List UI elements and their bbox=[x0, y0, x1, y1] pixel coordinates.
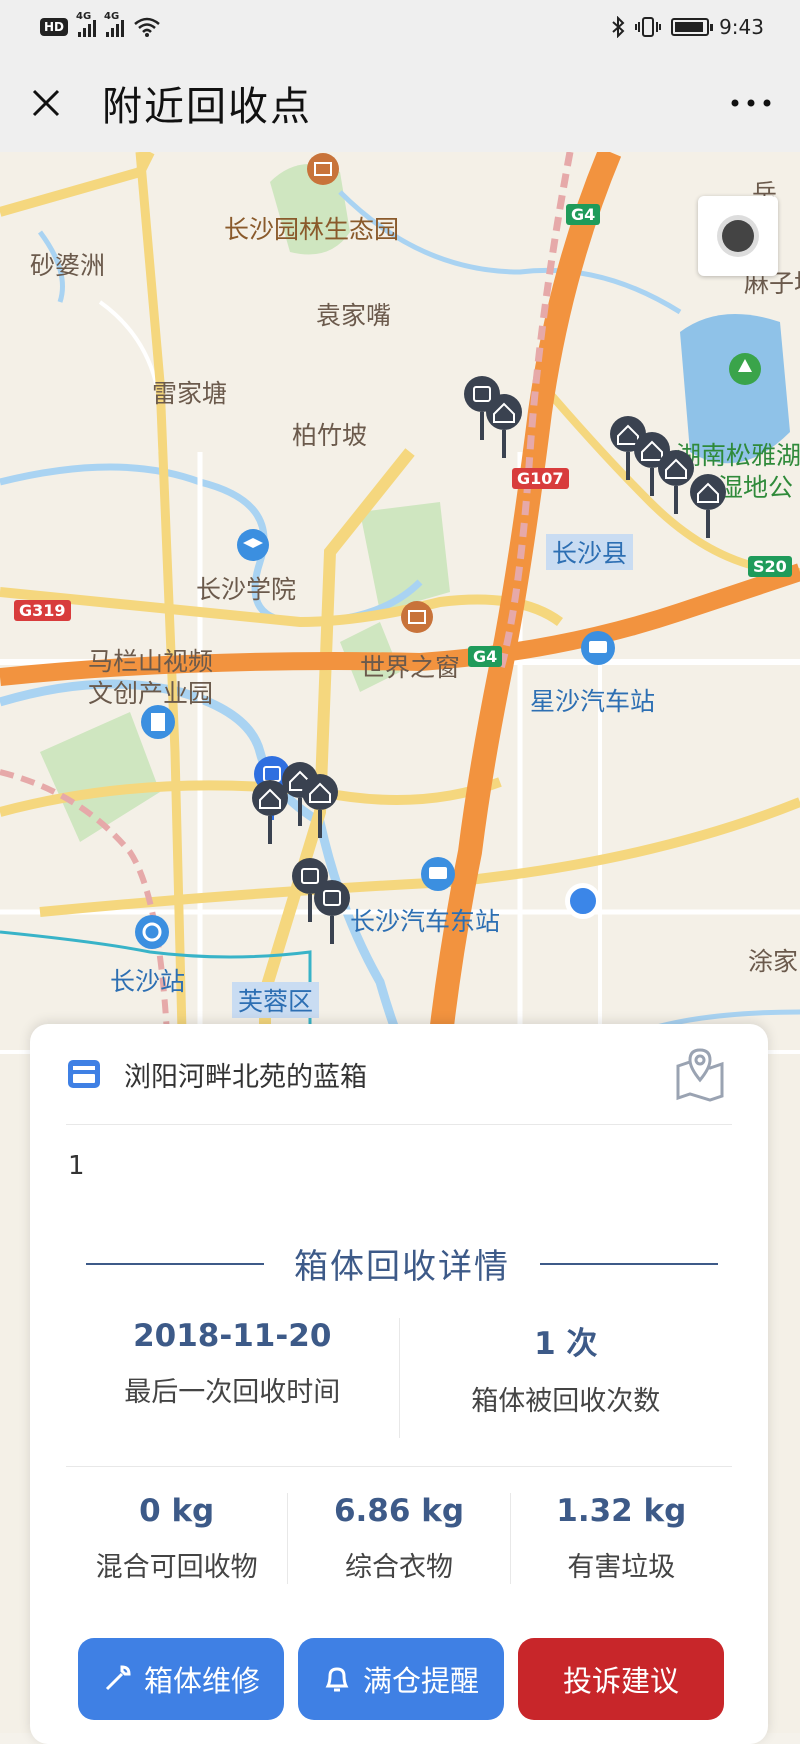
map-label: 长沙县 bbox=[546, 534, 634, 570]
signal-icon: 4G bbox=[76, 11, 97, 37]
complaint-button[interactable]: 投诉建议 bbox=[518, 1638, 724, 1720]
road-badge: G4 bbox=[566, 204, 601, 225]
status-right: 9:43 bbox=[611, 15, 764, 39]
map-label: 砂婆洲 bbox=[30, 251, 106, 280]
last-recycle-label: 最后一次回收时间 bbox=[124, 1377, 341, 1408]
locate-button[interactable] bbox=[698, 196, 778, 276]
recycle-house-marker[interactable] bbox=[484, 392, 524, 462]
map-label: 长沙汽车东站 bbox=[350, 907, 501, 936]
map-label: 芙蓉区 bbox=[232, 982, 320, 1018]
landmark-poi-icon bbox=[401, 601, 433, 633]
close-icon bbox=[32, 89, 60, 117]
close-button[interactable] bbox=[24, 81, 68, 125]
weight-stats: 0 kg 混合可回收物 6.86 kg 综合衣物 1.32 kg 有害垃圾 bbox=[66, 1493, 732, 1584]
signal-icon: 4G bbox=[104, 11, 125, 37]
full-alert-button[interactable]: 满仓提醒 bbox=[298, 1638, 504, 1720]
wifi-icon bbox=[134, 17, 160, 37]
box-description: 1 bbox=[68, 1151, 85, 1181]
map-pin-icon bbox=[676, 1048, 724, 1102]
divider bbox=[86, 1262, 264, 1265]
repair-button[interactable]: 箱体维修 bbox=[78, 1638, 284, 1720]
weight-stat: 1.32 kg 有害垃圾 bbox=[509, 1493, 732, 1584]
last-recycle-stat: 2018-11-20 最后一次回收时间 bbox=[66, 1318, 399, 1438]
recycle-box-icon bbox=[68, 1060, 100, 1088]
weight-stat: 0 kg 混合可回收物 bbox=[95, 1493, 258, 1583]
map-label: 雷家塘 bbox=[152, 379, 228, 408]
bell-icon bbox=[325, 1667, 349, 1692]
hd-badge: HD bbox=[40, 18, 69, 36]
map-label: 长沙学院 bbox=[196, 575, 297, 604]
page-title: 附近回收点 bbox=[102, 84, 312, 130]
more-button[interactable] bbox=[726, 83, 776, 123]
road-badge: G319 bbox=[14, 600, 71, 621]
recycle-house-marker[interactable] bbox=[688, 472, 728, 542]
divider bbox=[540, 1262, 718, 1265]
map-label: 涂家 bbox=[748, 947, 799, 976]
status-left: HD 4G 4G bbox=[40, 11, 160, 37]
map-label: 星沙汽车站 bbox=[530, 687, 656, 716]
school-poi-icon bbox=[237, 529, 269, 561]
nav-bar: 附近回收点 bbox=[0, 54, 800, 152]
wrench-icon bbox=[105, 1665, 131, 1691]
weight-stat: 6.86 kg 综合衣物 bbox=[287, 1493, 509, 1584]
building-poi-icon bbox=[141, 705, 175, 739]
detail-card: 浏阳河畔北苑的蓝箱 1 箱体回收详情 2018-11-20 最后一次回收时间 1… bbox=[30, 1024, 768, 1744]
navigate-button[interactable] bbox=[668, 1042, 732, 1106]
section-title: 箱体回收详情 bbox=[86, 1239, 718, 1288]
map-label: 袁家嘴 bbox=[316, 301, 392, 330]
more-icon bbox=[731, 99, 771, 107]
recycle-box-marker[interactable] bbox=[312, 878, 352, 948]
road-badge: G4 bbox=[468, 646, 503, 667]
clock: 9:43 bbox=[719, 15, 764, 39]
map-label: 湿地公 bbox=[718, 473, 794, 502]
train-station-icon bbox=[135, 915, 169, 949]
map-label: 马栏山视频 bbox=[88, 647, 214, 676]
bluetooth-icon bbox=[612, 16, 625, 38]
battery-icon bbox=[671, 18, 714, 36]
road-badge: G107 bbox=[512, 468, 569, 489]
bus-station-icon bbox=[581, 631, 615, 665]
box-name: 浏阳河畔北苑的蓝箱 bbox=[124, 1061, 367, 1093]
park-poi-icon bbox=[307, 153, 339, 185]
vibrate-icon bbox=[635, 17, 662, 37]
map-label: 柏竹坡 bbox=[292, 421, 368, 450]
recycle-count-stat: 1 次 箱体被回收次数 bbox=[398, 1318, 733, 1438]
card-header: 浏阳河畔北苑的蓝箱 bbox=[66, 1024, 732, 1125]
locate-icon bbox=[722, 220, 754, 252]
recycle-house-marker[interactable] bbox=[250, 778, 290, 848]
last-recycle-date: 2018-11-20 bbox=[133, 1318, 332, 1354]
map-label: 长沙园林生态园 bbox=[224, 215, 400, 244]
road-badge: S20 bbox=[748, 556, 792, 577]
recycle-count-label: 箱体被回收次数 bbox=[471, 1386, 661, 1417]
recycle-count: 1 次 bbox=[534, 1326, 598, 1362]
park-poi-icon bbox=[729, 353, 761, 385]
recycle-summary: 2018-11-20 最后一次回收时间 1 次 箱体被回收次数 bbox=[66, 1318, 732, 1467]
action-buttons: 箱体维修 满仓提醒 投诉建议 bbox=[78, 1638, 724, 1720]
my-location-dot bbox=[565, 883, 601, 919]
map-label: 长沙站 bbox=[110, 967, 186, 996]
map-label: 世界之窗 bbox=[360, 653, 461, 682]
bus-station-icon bbox=[421, 857, 455, 891]
status-bar: HD 4G 4G 9:43 bbox=[0, 0, 800, 54]
recycle-house-marker[interactable] bbox=[300, 772, 340, 842]
